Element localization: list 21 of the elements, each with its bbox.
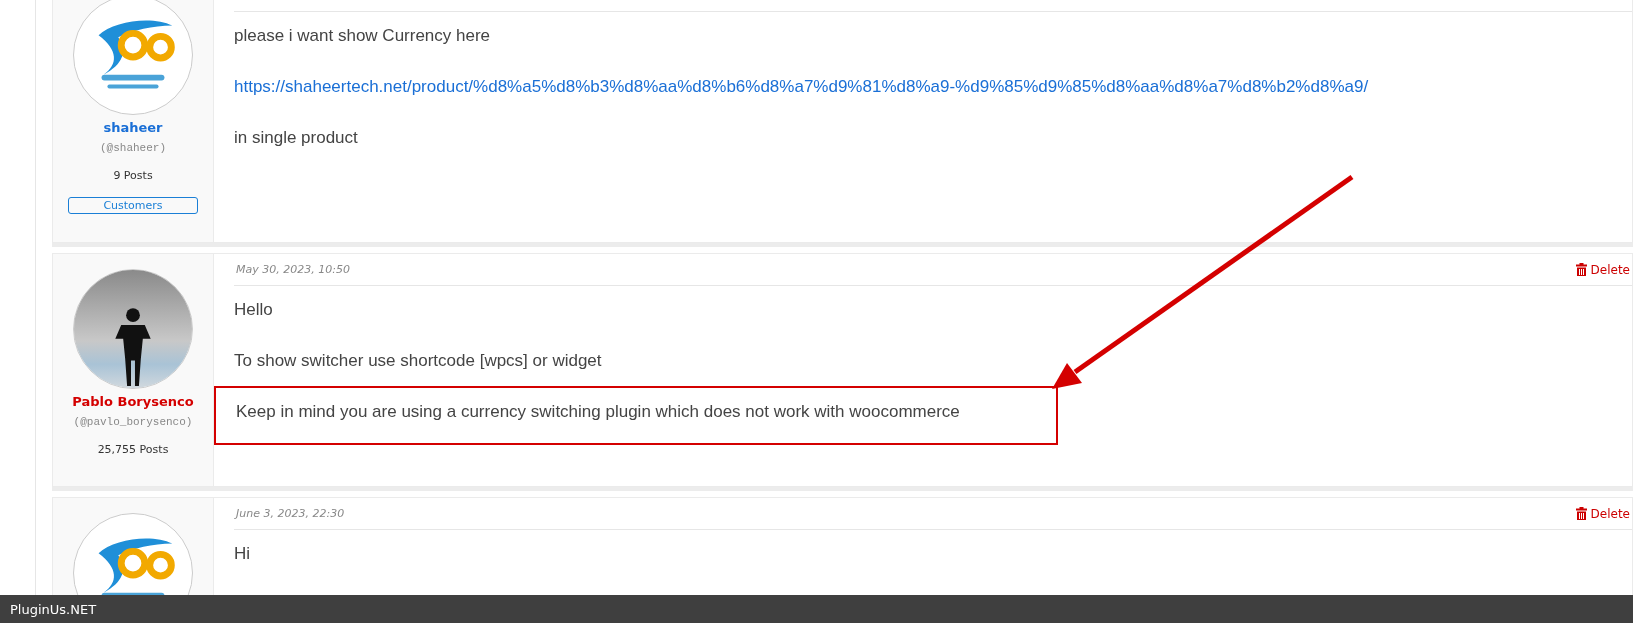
author-name[interactable]: shaheer: [103, 120, 163, 136]
delete-link[interactable]: Delete: [1575, 262, 1630, 277]
delete-link[interactable]: Delete: [1575, 506, 1630, 521]
post-paragraph: Hi: [234, 543, 252, 565]
author-handle: (@shaheer): [100, 141, 166, 156]
brand-name: PluginUs.NET: [10, 601, 97, 617]
post-paragraph: Hello: [234, 299, 274, 321]
post-paragraph: in single product: [234, 127, 359, 149]
trash-icon: [1575, 507, 1587, 520]
post-date: May 30, 2023, 10:50: [236, 263, 350, 276]
highlighted-paragraph: Keep in mind you are using a currency switching plugin which does not work with woocommerce: [214, 386, 1058, 445]
post-paragraph: please i want show Currency here: [234, 25, 492, 47]
role-badge: Customers: [68, 197, 198, 214]
post-date: June 3, 2023, 22:30: [236, 507, 345, 520]
product-link[interactable]: https://shaheertech.net/product/%d8%a5%d8%b3%d8%aa%d8%b6%d8%a7%d9%81%d8%a9-%d9%85%d9%85%d8%aa%d8%a7%d8%b2%d8%a9/: [234, 77, 1369, 96]
author-handle: (@pavlo_borysenco): [73, 415, 193, 430]
post-count: 25,755 Posts: [97, 442, 169, 458]
post-count: 9 Posts: [113, 168, 153, 184]
trash-icon: [1575, 263, 1587, 276]
author-name[interactable]: Pablo Borysenco: [72, 394, 194, 410]
post-paragraph: To show switcher use shortcode [wpcs] or widget: [234, 350, 603, 372]
